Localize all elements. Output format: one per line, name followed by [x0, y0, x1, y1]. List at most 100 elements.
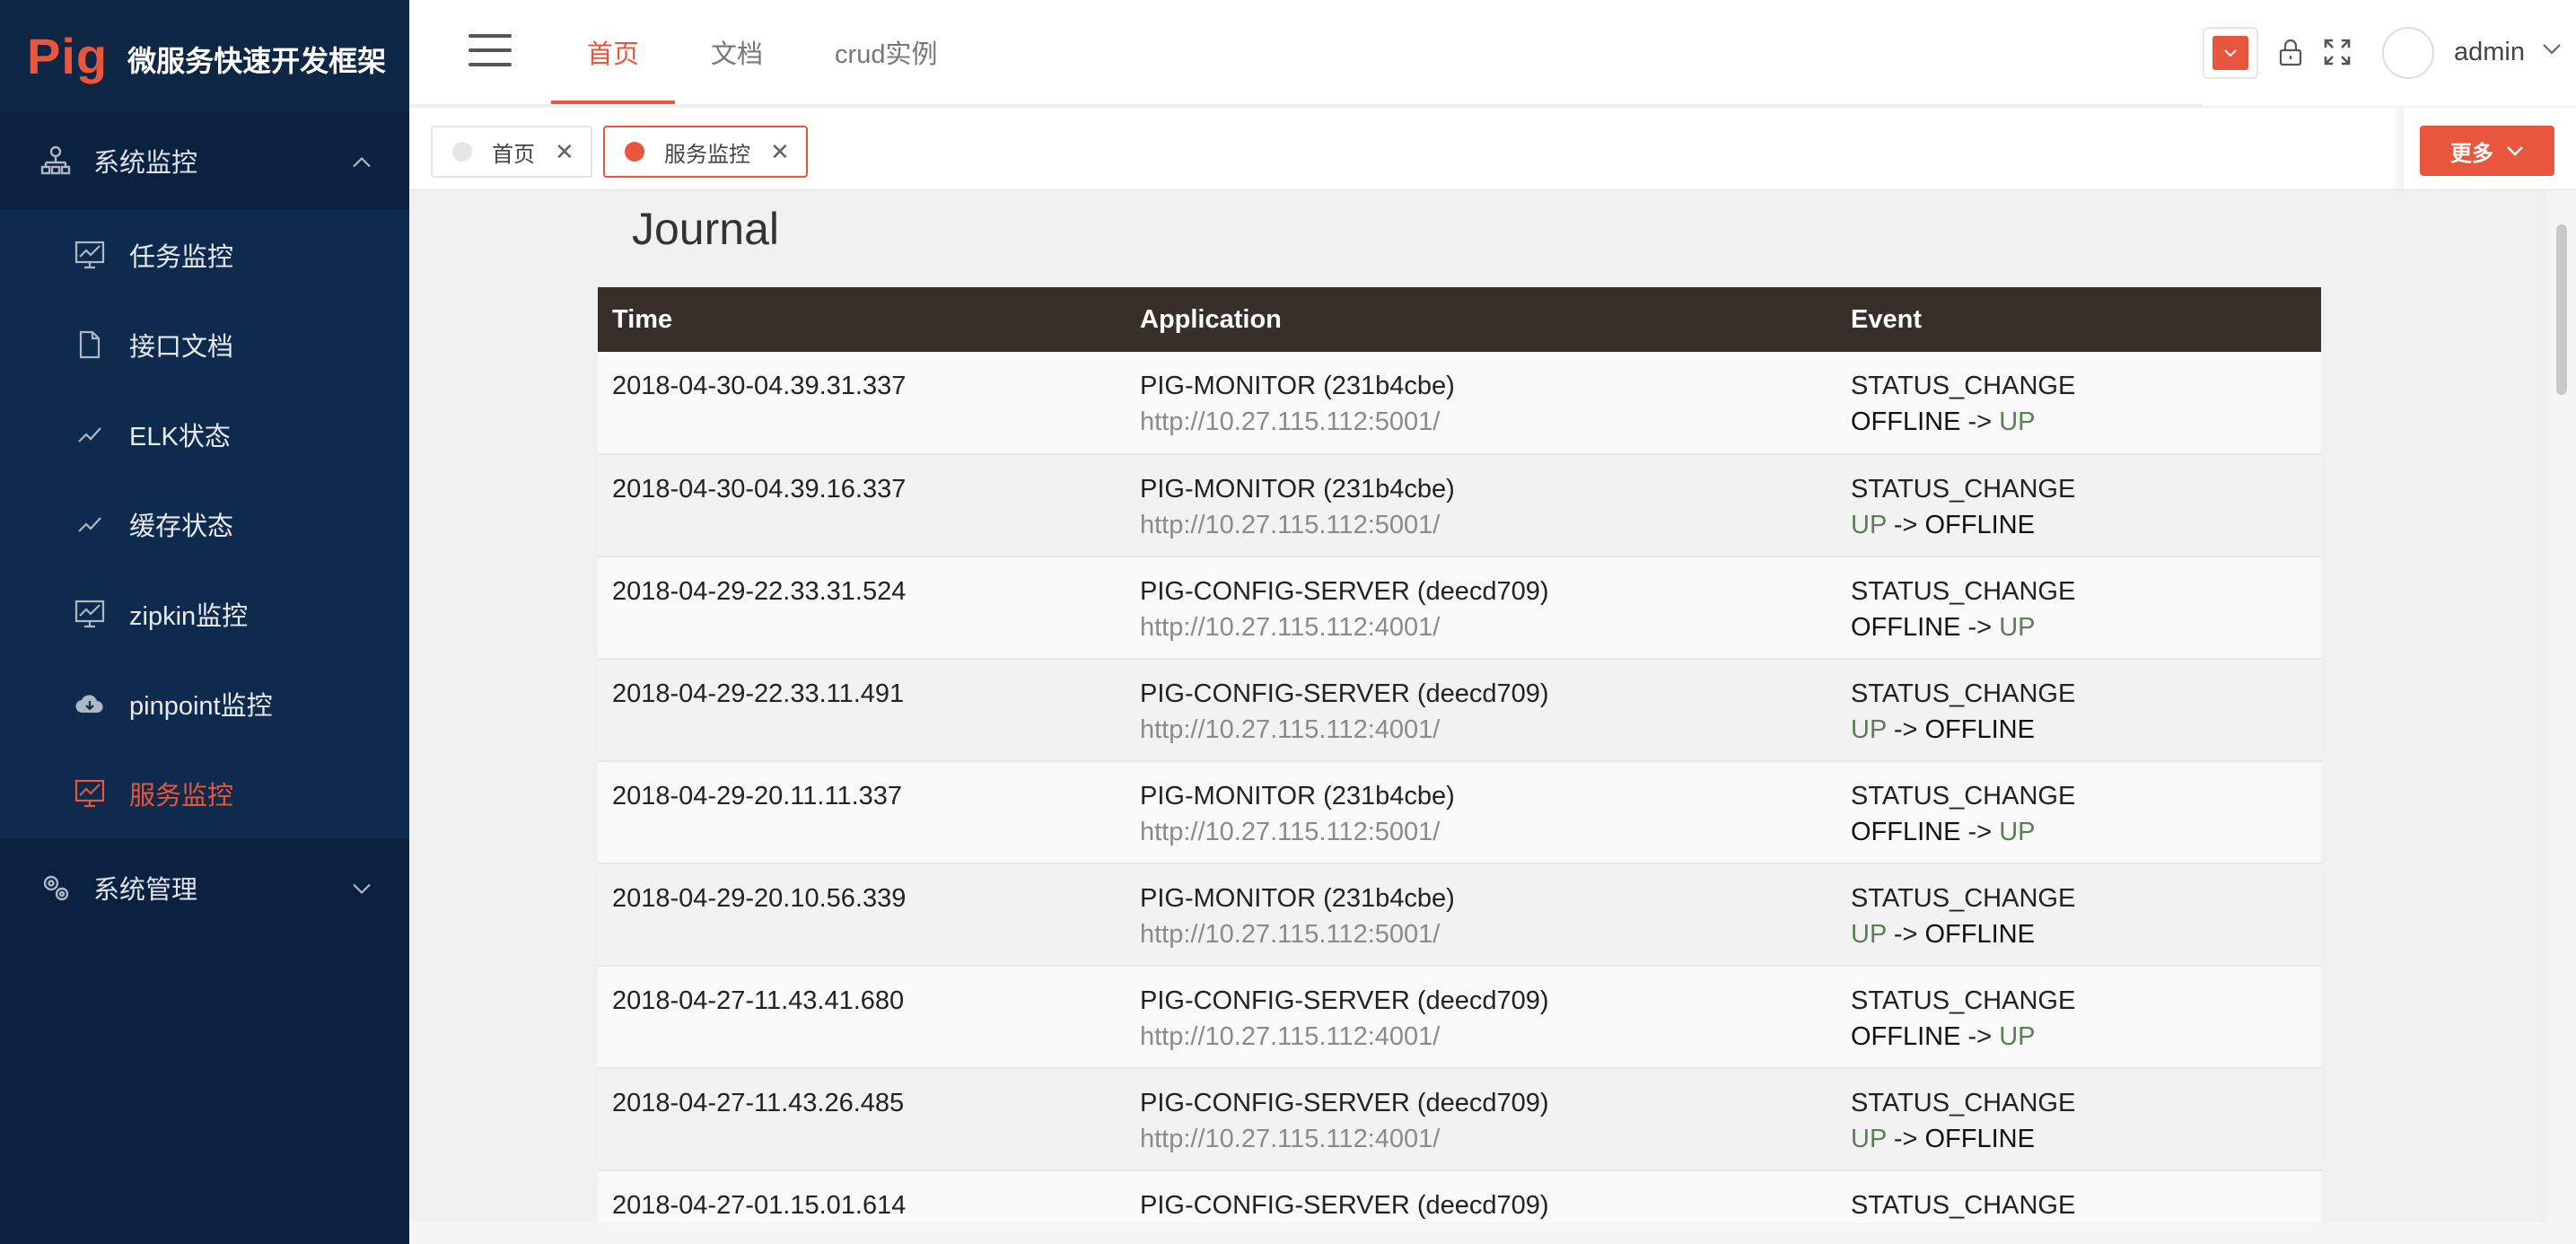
chevron-down-icon[interactable] [2542, 43, 2562, 60]
cell-event: STATUS_CHANGE UP -> OFFLINE [1836, 659, 2321, 762]
status-to: UP [1999, 818, 2036, 846]
application-url[interactable]: http://10.27.115.112:4001/ [1140, 1019, 1822, 1055]
lock-icon[interactable] [2274, 36, 2307, 68]
sidebar-item-task-monitor[interactable]: 任务监控 [0, 210, 409, 300]
status-to: UP [1999, 1022, 2036, 1051]
gears-icon [38, 870, 74, 906]
header-divider [409, 104, 2203, 106]
application-url[interactable]: http://10.27.115.112:5001/ [1140, 507, 1822, 543]
logo[interactable]: Pig 微服务快速开发框架 [0, 0, 409, 111]
event-time: 2018-04-29-22.33.31.524 [612, 577, 907, 606]
sidebar-item-label: 接口文档 [129, 333, 234, 362]
monitor-chart-icon [74, 598, 106, 630]
table-row: 2018-04-29-20.10.56.339 PIG-MONITOR (231b… [598, 863, 2321, 967]
arrow-text: -> [1960, 407, 2000, 436]
application-url[interactable]: http://10.27.115.112:5001/ [1140, 916, 1822, 952]
event-time: 2018-04-29-22.33.11.491 [612, 679, 905, 708]
horizontal-scrollbar[interactable] [409, 1222, 2576, 1244]
avatar[interactable] [2382, 27, 2434, 79]
application-url[interactable]: http://10.27.115.112:4001/ [1140, 609, 1822, 645]
event-type: STATUS_CHANGE [1851, 679, 2076, 708]
cell-application: PIG-CONFIG-SERVER (deecd709) [1126, 1170, 1836, 1222]
column-header-time: Time [598, 287, 1126, 352]
chevron-down-icon [352, 873, 372, 903]
sidebar-item-api-docs[interactable]: 接口文档 [0, 300, 409, 390]
status-from: UP [1851, 511, 1887, 539]
submenu-system-monitor: 任务监控 接口文档 ELK状态 缓存状态 zipkin监控 pinpoint监控… [0, 210, 409, 838]
cell-application: PIG-MONITOR (231b4cbe) http://10.27.115.1… [1126, 761, 1836, 864]
top-header: 首页 文档 crud实例 admin [409, 0, 2576, 106]
event-time: 2018-04-30-04.39.16.337 [612, 475, 907, 504]
status-transition: OFFLINE -> UP [1851, 609, 2307, 645]
sidebar-item-label: pinpoint监控 [129, 692, 273, 721]
table-row: 2018-04-30-04.39.31.337 PIG-MONITOR (231b… [598, 352, 2321, 455]
cell-time: 2018-04-29-22.33.11.491 [598, 659, 1126, 762]
scrollbar-thumb[interactable] [2556, 224, 2567, 395]
event-type: STATUS_CHANGE [1851, 986, 2076, 1015]
application-url[interactable]: http://10.27.115.112:4001/ [1140, 1121, 1822, 1157]
application-url[interactable]: http://10.27.115.112:5001/ [1140, 404, 1822, 440]
event-type: STATUS_CHANGE [1851, 372, 2076, 400]
tab-status-dot [625, 142, 644, 162]
arrow-text: -> [1886, 920, 1925, 949]
close-icon[interactable]: ✕ [555, 138, 574, 166]
cell-event: STATUS_CHANGE UP -> OFFLINE [1836, 454, 2321, 557]
theme-color-picker[interactable] [2203, 27, 2258, 79]
nav-crud-example[interactable]: crud实例 [799, 0, 973, 104]
status-from: UP [1851, 920, 1887, 949]
menu-group-system-monitor[interactable]: 系统监控 [0, 111, 409, 210]
menu-group-label: 系统监控 [93, 149, 198, 178]
cell-application: PIG-MONITOR (231b4cbe) http://10.27.115.1… [1126, 863, 1836, 967]
more-button-label: 更多 [2450, 141, 2493, 166]
nav-docs[interactable]: 文档 [675, 0, 799, 104]
cell-application: PIG-CONFIG-SERVER (deecd709) http://10.27… [1126, 659, 1836, 762]
tabs-overflow-shadow [2391, 108, 2404, 190]
top-nav: 首页 文档 crud实例 [551, 0, 973, 104]
sidebar-item-cache-status[interactable]: 缓存状态 [0, 479, 409, 569]
cell-time: 2018-04-27-11.43.41.680 [598, 966, 1126, 1069]
cell-time: 2018-04-27-01.15.01.614 [598, 1170, 1126, 1222]
application-name: PIG-MONITOR (231b4cbe) [1140, 475, 1455, 504]
event-time: 2018-04-29-20.11.11.337 [612, 782, 903, 810]
arrow-text: -> [1886, 715, 1925, 744]
fullscreen-icon[interactable] [2321, 36, 2353, 68]
sidebar-item-pinpoint-monitor[interactable]: pinpoint监控 [0, 659, 409, 749]
status-to: OFFLINE [1924, 715, 2035, 744]
table-row: 2018-04-27-11.43.26.485 PIG-CONFIG-SERVER… [598, 1068, 2321, 1171]
username[interactable]: admin [2454, 38, 2525, 67]
application-name: PIG-MONITOR (231b4cbe) [1140, 372, 1455, 400]
sidebar-item-service-monitor[interactable]: 服务监控 [0, 749, 409, 838]
tab-status-dot [452, 142, 472, 162]
status-transition: UP -> OFFLINE [1851, 1121, 2307, 1157]
close-icon[interactable]: ✕ [770, 138, 790, 166]
journal-body: 2018-04-30-04.39.31.337 PIG-MONITOR (231b… [598, 352, 2321, 1222]
status-transition: UP -> OFFLINE [1851, 916, 2307, 952]
monitor-chart-icon [74, 777, 106, 810]
sidebar-item-zipkin-monitor[interactable]: zipkin监控 [0, 569, 409, 659]
theme-color-swatch [2212, 36, 2248, 70]
document-icon [74, 329, 106, 361]
sidebar-item-elk-status[interactable]: ELK状态 [0, 390, 409, 479]
sidebar: Pig 微服务快速开发框架 系统监控 任务监控 接口文档 ELK状态 缓存状态 … [0, 0, 409, 1244]
org-structure-icon [38, 143, 74, 179]
cell-application: PIG-MONITOR (231b4cbe) http://10.27.115.1… [1126, 454, 1836, 557]
application-name: PIG-CONFIG-SERVER (deecd709) [1140, 1089, 1549, 1117]
cell-event: STATUS_CHANGE OFFLINE -> UP [1836, 966, 2321, 1069]
cell-event: STATUS_CHANGE OFFLINE -> UP [1836, 761, 2321, 864]
application-url[interactable]: http://10.27.115.112:5001/ [1140, 814, 1822, 850]
menu-group-system-management[interactable]: 系统管理 [0, 838, 409, 937]
table-header-row: Time Application Event [598, 287, 2321, 352]
more-tabs-button[interactable]: 更多 [2420, 126, 2554, 176]
tab-label: 服务监控 [664, 142, 750, 167]
vertical-scrollbar[interactable] [2547, 190, 2576, 1222]
status-transition: OFFLINE -> UP [1851, 814, 2307, 850]
application-url[interactable]: http://10.27.115.112:4001/ [1140, 712, 1822, 748]
cell-application: PIG-MONITOR (231b4cbe) http://10.27.115.1… [1126, 352, 1836, 455]
nav-home[interactable]: 首页 [551, 0, 676, 104]
tab-home[interactable]: 首页 ✕ [431, 126, 592, 178]
menu-toggle-icon[interactable] [469, 34, 512, 66]
cell-time: 2018-04-30-04.39.31.337 [598, 352, 1126, 455]
event-type: STATUS_CHANGE [1851, 1191, 2076, 1220]
status-transition: UP -> OFFLINE [1851, 507, 2307, 543]
tab-service-monitor[interactable]: 服务监控 ✕ [603, 126, 808, 178]
